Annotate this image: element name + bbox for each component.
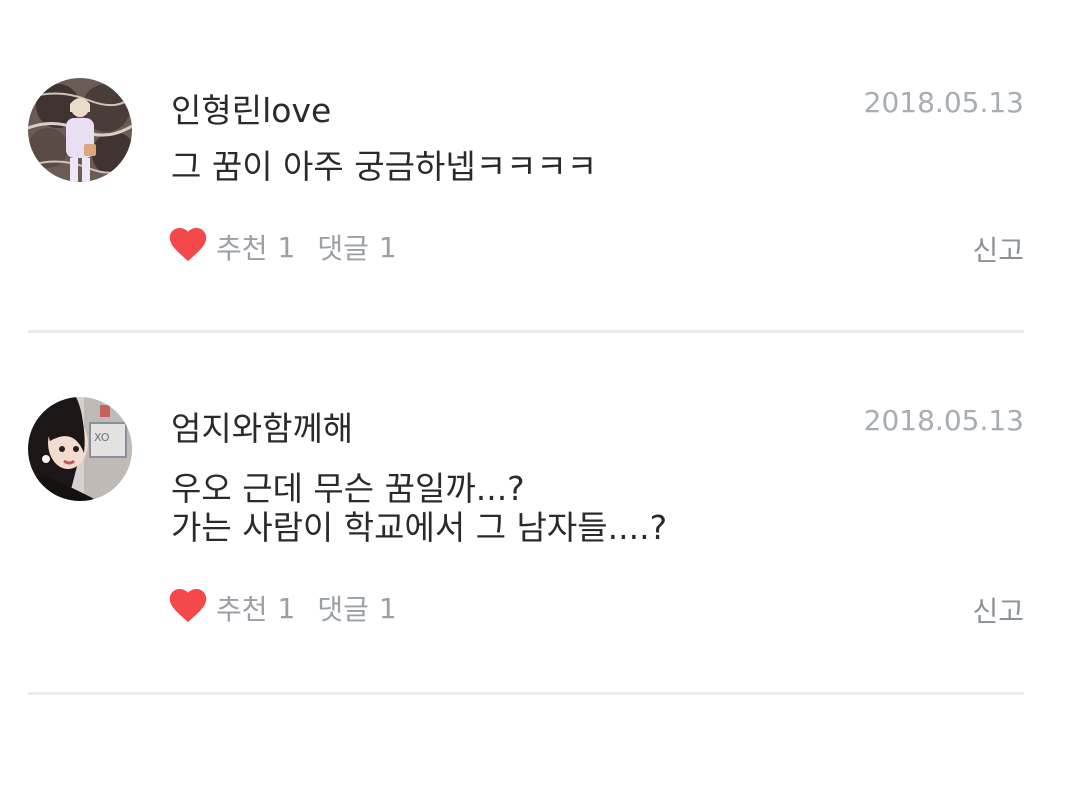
divider [28,692,1024,695]
comment-actions: 추천 1 댓글 1 [168,586,397,630]
heart-icon [169,589,207,627]
username[interactable]: 인형린love [171,84,331,132]
like-button[interactable] [168,588,208,628]
comment-body: 우오 근데 무슨 꿈일까...? 가는 사람이 학교에서 그 남자들....? [171,469,667,547]
heart-icon [169,228,207,266]
like-count: 1 [277,591,296,625]
comment-date: 2018.05.13 [863,86,1024,119]
reply-count[interactable]: 1 [379,592,397,625]
comment-body: 그 꿈이 아주 궁금하넵ㅋㅋㅋㅋ [171,147,597,186]
comment-date: 2018.05.13 [863,404,1024,437]
report-button[interactable]: 신고 [972,229,1024,269]
reply-count[interactable]: 1 [379,231,397,264]
avatar[interactable]: XO [28,397,132,501]
divider [28,330,1024,333]
like-button[interactable] [168,227,208,267]
reply-label[interactable]: 댓글 [317,227,369,267]
like-count: 1 [277,230,296,264]
comment-actions: 추천 1 댓글 1 [168,225,397,269]
svg-text:XO: XO [94,431,110,444]
avatar[interactable] [28,78,132,182]
reply-label[interactable]: 댓글 [317,588,369,628]
like-label: 추천 [216,232,268,265]
comment-line: 우오 근데 무슨 꿈일까...? [171,469,525,508]
comment-line: 그 꿈이 아주 궁금하넵ㅋㅋㅋㅋ [171,147,598,186]
report-button[interactable]: 신고 [972,590,1024,630]
comment-line: 가는 사람이 학교에서 그 남자들....? [171,508,668,547]
like-label: 추천 [216,593,268,626]
username[interactable]: 엄지와함께해 [171,402,353,450]
